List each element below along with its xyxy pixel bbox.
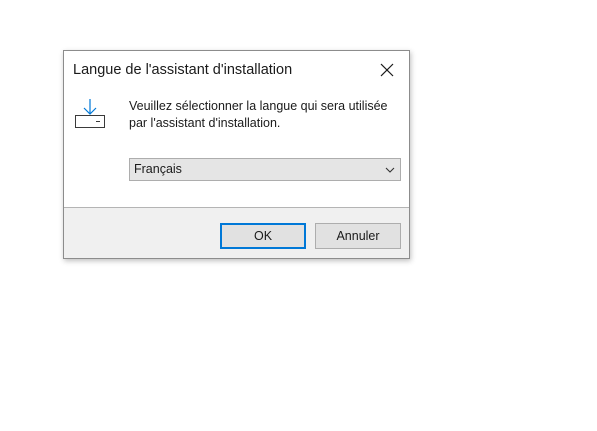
close-button[interactable]	[373, 58, 401, 82]
chevron-down-icon	[385, 167, 395, 173]
dialog-title: Langue de l'assistant d'installation	[73, 62, 293, 78]
install-icon	[74, 98, 106, 130]
language-select-value: Français	[134, 162, 182, 176]
language-select[interactable]: Français	[129, 158, 401, 181]
dialog-message: Veuillez sélectionner la langue qui sera…	[129, 99, 388, 130]
language-dialog: Langue de l'assistant d'installation Veu…	[63, 50, 410, 259]
dialog-footer: OK Annuler	[64, 207, 409, 258]
dialog-titlebar[interactable]: Langue de l'assistant d'installation	[64, 51, 409, 89]
cancel-button[interactable]: Annuler	[315, 223, 401, 249]
close-icon	[380, 63, 394, 77]
ok-button[interactable]: OK	[220, 223, 306, 249]
